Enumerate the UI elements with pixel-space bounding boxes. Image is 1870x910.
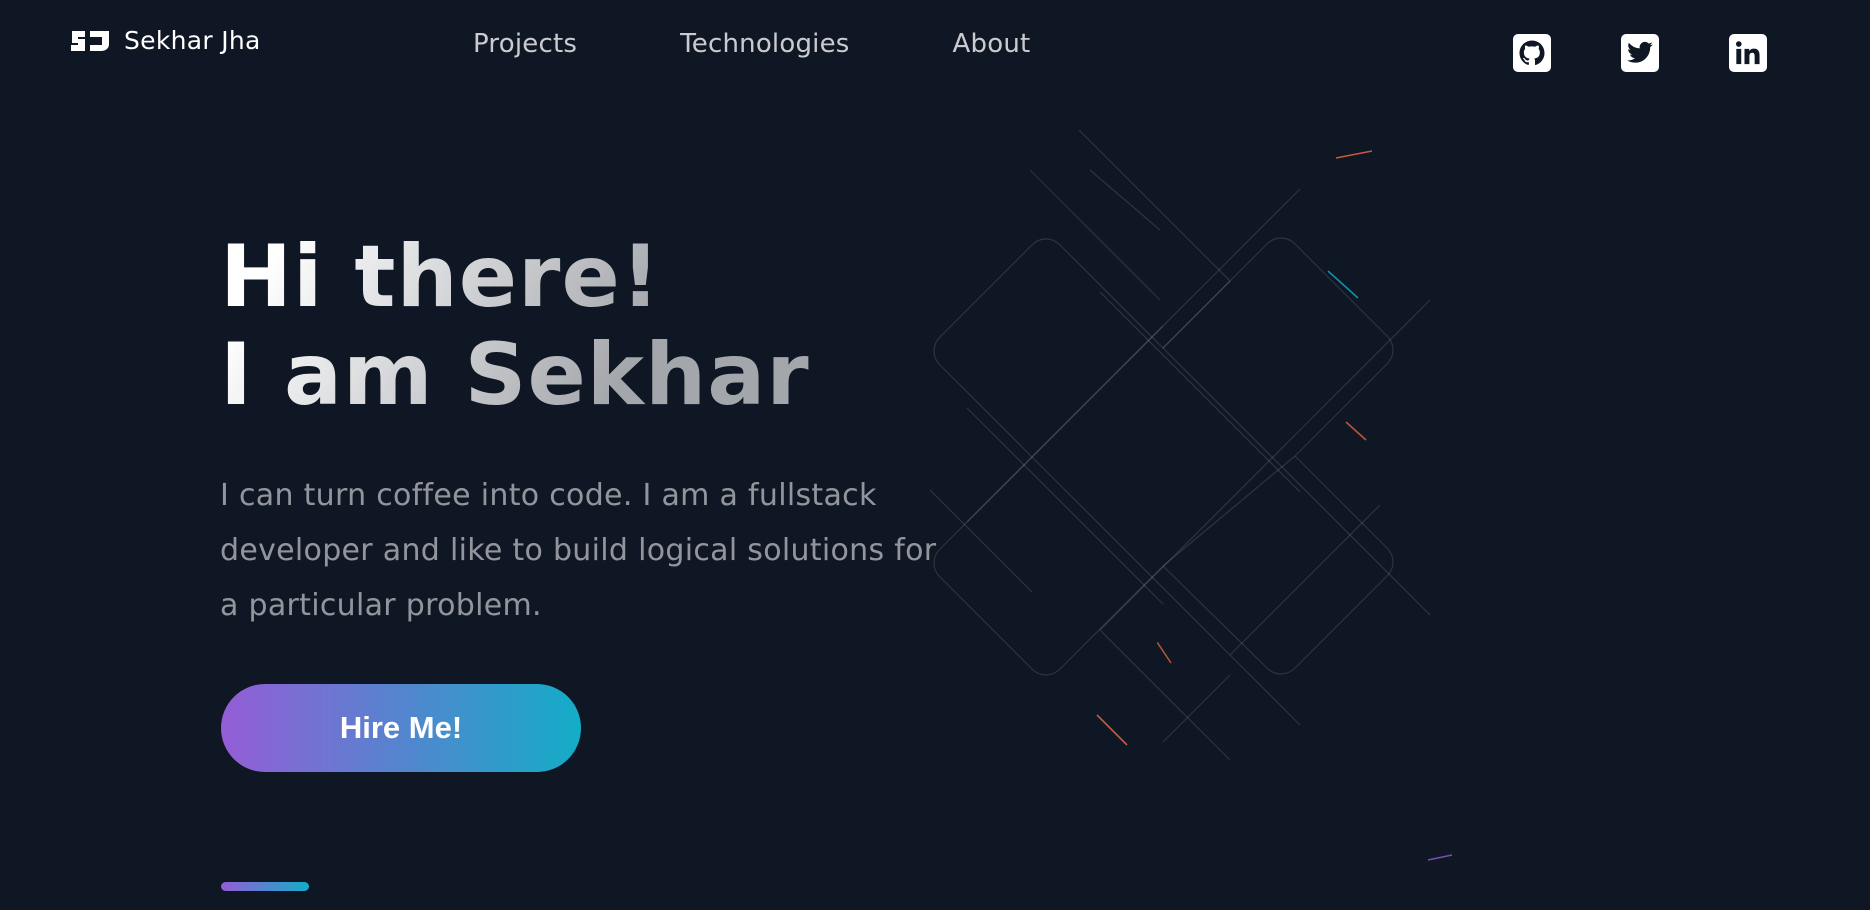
nav-technologies[interactable]: Technologies bbox=[680, 27, 849, 61]
hero-description: I can turn coffee into code. I am a full… bbox=[220, 478, 937, 623]
linkedin-icon[interactable] bbox=[1729, 34, 1767, 72]
hero-title-line1: Hi there! bbox=[220, 227, 662, 327]
brand-name: Sekhar Jha bbox=[124, 26, 261, 55]
background-grid-art bbox=[930, 130, 1453, 861]
nav-about[interactable]: About bbox=[953, 27, 1031, 61]
section-divider bbox=[221, 882, 309, 891]
twitter-icon[interactable] bbox=[1621, 34, 1659, 72]
github-icon[interactable] bbox=[1513, 34, 1551, 72]
brand-link[interactable]: Sekhar Jha bbox=[68, 26, 261, 55]
page: Sekhar Jha Projects Technologies About H… bbox=[0, 0, 1870, 910]
main-nav: Projects Technologies About bbox=[473, 27, 1133, 61]
nav-projects[interactable]: Projects bbox=[473, 27, 577, 61]
hire-me-button[interactable]: Hire Me! bbox=[221, 684, 581, 772]
social-links bbox=[1513, 34, 1837, 72]
brand-logo-icon bbox=[71, 30, 109, 51]
hero-title: Hi there! I am Sekhar bbox=[220, 228, 810, 424]
hero-title-line2: I am Sekhar bbox=[220, 325, 810, 425]
